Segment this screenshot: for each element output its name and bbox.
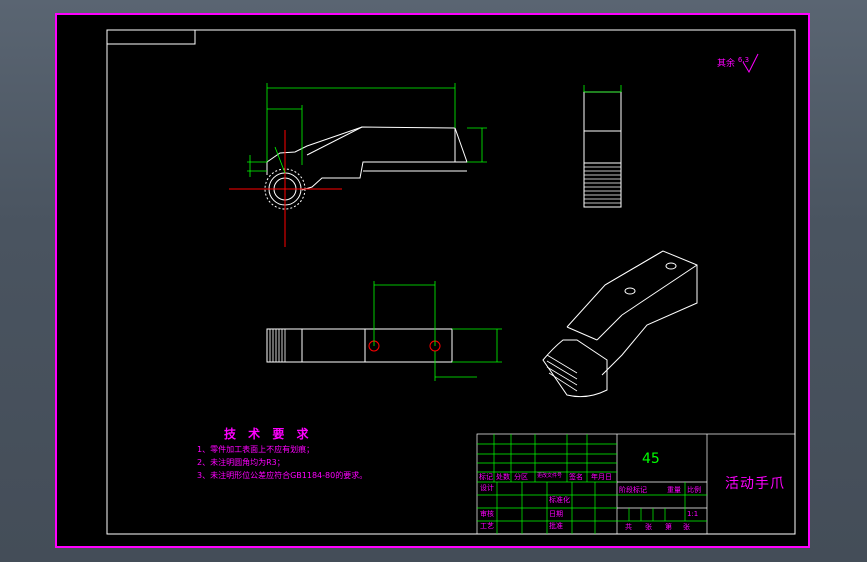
tech-requirement-2: 2、未注明圆角均为R3；	[197, 458, 285, 467]
tb-header-date: 年月日	[591, 473, 612, 481]
side-view-teeth	[584, 166, 621, 204]
tb-date: 日期	[549, 510, 563, 518]
top-view	[266, 328, 453, 363]
tb-row-design: 设计	[480, 484, 494, 492]
roughness-label: 其余	[717, 59, 736, 69]
top-left-box	[106, 29, 196, 45]
tb-total: 共	[625, 523, 632, 531]
tb-number: 第	[665, 523, 672, 531]
material-value: 45	[642, 451, 660, 467]
tb-header-mark: 标记	[479, 473, 493, 481]
tb-header-sign: 签名	[569, 473, 583, 481]
tb-row-review: 审核	[480, 510, 494, 518]
tb-header-count: 处数	[496, 473, 510, 481]
tb-row-process: 工艺	[480, 522, 494, 530]
top-view-teeth	[269, 329, 286, 362]
isometric-view	[542, 250, 698, 398]
tb-scale-label: 比例	[687, 486, 701, 494]
tb-stage-mark: 阶段标记	[619, 486, 647, 494]
roughness-value: 6.3	[737, 56, 750, 64]
cad-drawing	[106, 29, 796, 535]
side-view	[583, 91, 622, 208]
tb-sheet-a: 张	[645, 523, 652, 531]
tb-weight: 重量	[667, 486, 681, 494]
tb-sheet-b: 张	[683, 523, 690, 531]
tb-scale-value: 1:1	[687, 510, 699, 518]
tech-requirements-title: 技 术 要 求	[224, 427, 313, 441]
tb-approve: 批准	[549, 522, 563, 530]
tb-header-doc: 更改文件号	[537, 473, 563, 479]
roughness-note: 其余 6.3	[717, 56, 749, 69]
part-name: 活动手爪	[725, 476, 785, 492]
centerlines	[229, 130, 342, 247]
drawing-sheet: 其余 6.3 技 术 要 求 1、零件加工表面上不应有划痕； 2、未注明圆角均为…	[55, 13, 810, 548]
dimensions-side	[583, 85, 622, 93]
front-view	[266, 126, 468, 191]
tech-requirement-1: 1、零件加工表面上不应有划痕；	[197, 445, 315, 454]
holes	[368, 340, 441, 352]
tb-standard: 标准化	[549, 496, 570, 504]
dimensions-front	[247, 83, 487, 177]
tb-header-zone: 分区	[514, 473, 528, 481]
tech-requirement-3: 3、未注明形位公差应符合GB1184-80的要求。	[197, 471, 368, 480]
dimensions-top	[373, 281, 502, 381]
